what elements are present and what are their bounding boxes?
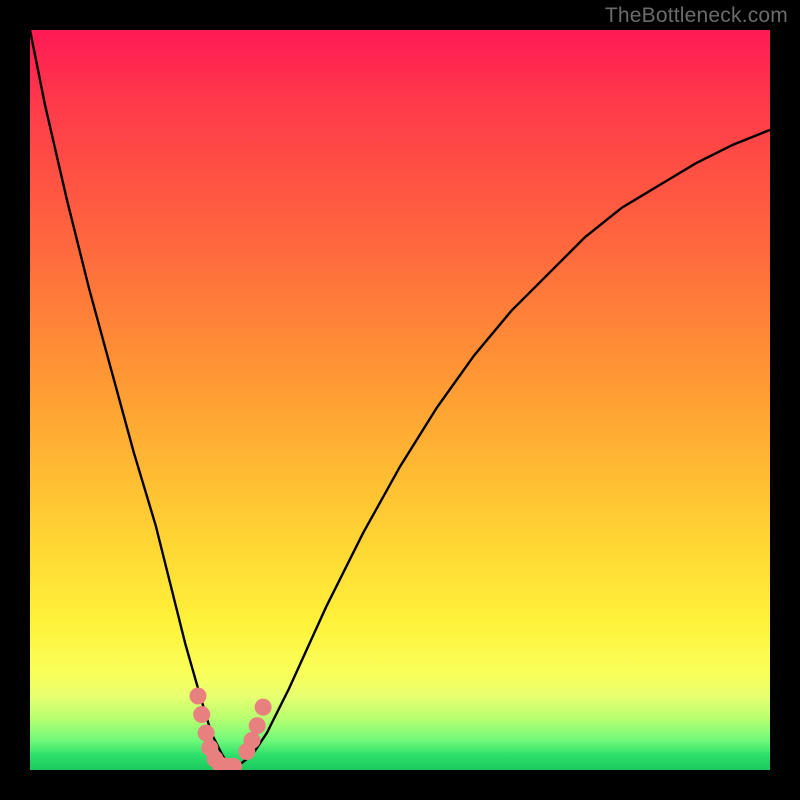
valley-marker (198, 725, 215, 742)
plot-area (30, 30, 770, 770)
valley-marker (190, 688, 207, 705)
valley-marker (255, 699, 272, 716)
chart-frame: TheBottleneck.com (0, 0, 800, 800)
bottleneck-curve-svg (30, 30, 770, 770)
valley-marker (244, 732, 261, 749)
bottleneck-curve (30, 30, 770, 766)
valley-marker (249, 717, 266, 734)
valley-marker (193, 706, 210, 723)
watermark-text: TheBottleneck.com (605, 4, 788, 28)
valley-markers (190, 688, 272, 771)
